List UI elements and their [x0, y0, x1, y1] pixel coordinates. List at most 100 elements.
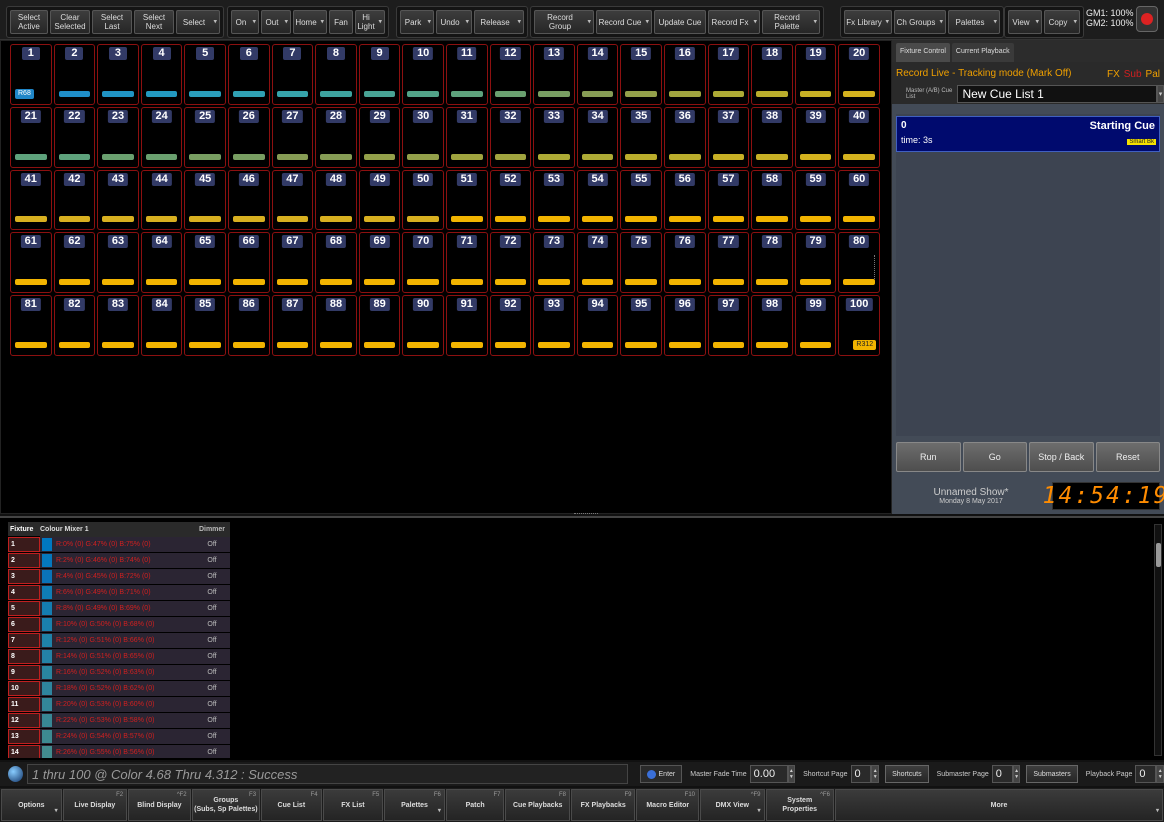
clear-selected-button[interactable]: Clear Selected [50, 10, 90, 34]
home-button[interactable]: Home [293, 10, 327, 34]
fixture-cell[interactable]: 83 [97, 295, 139, 356]
fixture-cell[interactable]: 45 [184, 169, 226, 231]
fixture-cell[interactable]: 94 [576, 295, 619, 356]
fkey-button[interactable]: Macro Editor F10 [636, 789, 700, 821]
shortcut-page-input[interactable]: 0 [850, 765, 872, 783]
fkey-button[interactable]: FX Playbacks F9 [570, 789, 636, 821]
fixture-cell[interactable]: 38 [751, 106, 793, 168]
fixture-cell[interactable]: 8 [315, 44, 357, 105]
fixture-cell[interactable]: 73 [533, 232, 575, 294]
fkey-button[interactable]: System Properties ^F6 [765, 789, 834, 821]
cue-list-select[interactable]: New Cue List 1 [957, 85, 1158, 103]
select-next-button[interactable]: Select Next [134, 10, 174, 34]
fixture-cell[interactable]: 17 [707, 44, 750, 105]
fixture-cell[interactable]: 25 [184, 106, 226, 168]
playback-page-spinner[interactable]: ▲ ▼ [1156, 765, 1164, 783]
on-button[interactable]: On [231, 10, 259, 34]
table-row[interactable]: 13 R:24% (0) G:54% (0) B:57% (0) Off [8, 728, 230, 744]
command-line-input[interactable]: 1 thru 100 @ Color 4.68 Thru 4.312 : Suc… [27, 764, 628, 784]
ch-groups-button[interactable]: Ch Groups [894, 10, 946, 34]
fixture-cell[interactable]: 2 [53, 44, 96, 105]
fixture-cell[interactable]: 46 [227, 169, 270, 231]
tab-fixture-control[interactable]: Fixture Control [896, 43, 950, 62]
fixture-cell[interactable]: 72 [489, 232, 532, 294]
fkey-button[interactable]: FX List F5 [322, 789, 384, 821]
fixture-cell[interactable]: 49 [358, 169, 401, 231]
cue-row[interactable]: 0 time: 3s Starting Cue Smart Bk [896, 116, 1160, 152]
record-group-button[interactable]: Record Group [534, 10, 594, 34]
fixture-cell[interactable]: 26 [227, 106, 270, 168]
globe-icon[interactable] [8, 766, 23, 782]
table-row[interactable]: 6 R:10% (0) G:50% (0) B:68% (0) Off [8, 616, 230, 632]
shortcuts-button[interactable]: Shortcuts [885, 765, 929, 783]
copy-button[interactable]: Copy [1044, 10, 1080, 34]
palettes-toolbar-button[interactable]: Palettes [948, 10, 1000, 34]
enter-button[interactable]: Enter [639, 765, 683, 783]
master-fade-input[interactable]: 0.00 [749, 765, 788, 783]
view-button[interactable]: View [1008, 10, 1042, 34]
table-row[interactable]: 9 R:16% (0) G:52% (0) B:63% (0) Off [8, 664, 230, 680]
fixture-cell[interactable]: 96 [663, 295, 706, 356]
fixture-cell[interactable]: 81 [10, 295, 52, 356]
table-row[interactable]: 4 R:6% (0) G:49% (0) B:71% (0) Off [8, 584, 230, 600]
fixture-cell[interactable]: 87 [271, 295, 314, 356]
fixture-cell[interactable]: 58 [751, 169, 793, 231]
fixture-cell[interactable]: 40 [838, 106, 880, 168]
fixture-cell[interactable]: 19 [794, 44, 837, 105]
fixture-cell[interactable]: 61 [10, 232, 52, 294]
fixture-cell[interactable]: 10 [402, 44, 444, 105]
fixture-cell[interactable]: 55 [620, 169, 662, 231]
fixture-cell[interactable]: 90 [402, 295, 444, 356]
fkey-button[interactable]: Options [1, 789, 62, 821]
fixture-cell[interactable]: 56 [663, 169, 706, 231]
fixture-cell[interactable]: 42 [53, 169, 96, 231]
fixture-cell[interactable]: 12 [489, 44, 532, 105]
playback-page-input[interactable]: 0 [1135, 765, 1157, 783]
fixture-cell[interactable]: 44 [140, 169, 183, 231]
fixture-cell[interactable]: 15 [620, 44, 662, 105]
fixture-cell[interactable]: 14 [576, 44, 619, 105]
vertical-splitter[interactable] [874, 255, 877, 279]
undo-button[interactable]: Undo [436, 10, 472, 34]
fixture-cell[interactable]: 13 [533, 44, 575, 105]
fixture-cell[interactable]: 76 [663, 232, 706, 294]
fixture-cell[interactable]: 20 [838, 44, 880, 105]
fixture-cell[interactable]: 9 [358, 44, 401, 105]
park-button[interactable]: Park [400, 10, 434, 34]
fixture-cell[interactable]: 93 [533, 295, 575, 356]
fixture-cell[interactable]: 68 [315, 232, 357, 294]
fkey-button[interactable]: Blind Display ^F2 [128, 789, 191, 821]
fixture-cell[interactable]: 1 R68 [10, 44, 52, 105]
shortcut-page-spinner[interactable]: ▲ ▼ [871, 765, 880, 783]
flag-sub[interactable]: Sub [1124, 69, 1142, 80]
fixture-cell[interactable]: 48 [315, 169, 357, 231]
fixture-cell[interactable]: 3 [97, 44, 139, 105]
fkey-button[interactable]: Cue List F4 [261, 789, 322, 821]
fkey-button[interactable]: Patch F7 [445, 789, 505, 821]
fixture-cell[interactable]: 74 [576, 232, 619, 294]
fkey-button[interactable]: Cue Playbacks F8 [505, 789, 570, 821]
fixture-cell[interactable]: 21 [10, 106, 52, 168]
table-row[interactable]: 5 R:8% (0) G:49% (0) B:69% (0) Off [8, 600, 230, 616]
fixture-cell[interactable]: 60 [838, 169, 880, 231]
fixture-cell[interactable]: 79 [794, 232, 837, 294]
select-active-button[interactable]: Select Active [10, 10, 48, 34]
fixture-cell[interactable]: 47 [271, 169, 314, 231]
table-row[interactable]: 1 R:0% (0) G:47% (0) B:75% (0) Off [8, 536, 230, 552]
select-last-button[interactable]: Select Last [92, 10, 132, 34]
fixture-cell[interactable]: 50 [402, 169, 444, 231]
table-row[interactable]: 14 R:26% (0) G:55% (0) B:56% (0) Off [8, 744, 230, 758]
scrollbar-thumb[interactable] [1156, 543, 1161, 567]
table-row[interactable]: 10 R:18% (0) G:52% (0) B:62% (0) Off [8, 680, 230, 696]
fixture-cell[interactable]: 43 [97, 169, 139, 231]
fixture-cell[interactable]: 23 [97, 106, 139, 168]
fixture-cell[interactable]: 34 [576, 106, 619, 168]
table-row[interactable]: 3 R:4% (0) G:45% (0) B:72% (0) Off [8, 568, 230, 584]
fixture-cell[interactable]: 97 [707, 295, 750, 356]
stop-back-button[interactable]: Stop / Back [1029, 442, 1094, 472]
fixture-cell[interactable]: 82 [53, 295, 96, 356]
fixture-cell[interactable]: 32 [489, 106, 532, 168]
fixture-cell[interactable]: 62 [53, 232, 96, 294]
fixture-cell[interactable]: 29 [358, 106, 401, 168]
fkey-button[interactable]: DMX View ^F9 [700, 789, 765, 821]
